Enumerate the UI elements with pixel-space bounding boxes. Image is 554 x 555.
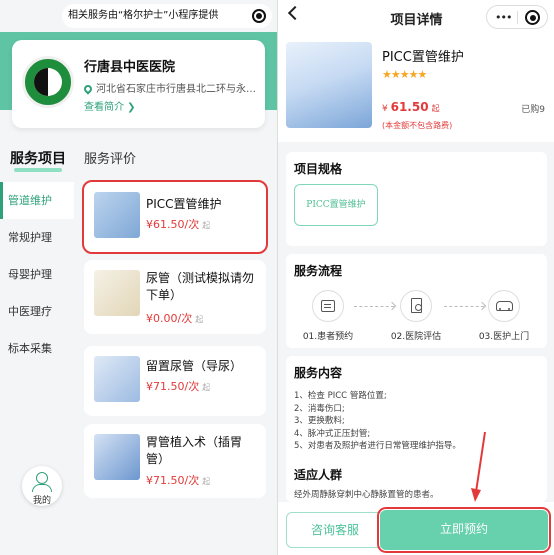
hospital-logo-icon (22, 56, 74, 108)
list-item: 2、消毒伤口; (294, 403, 345, 414)
person-icon (36, 472, 48, 484)
flow-step-assessment: 02.医院评估 (376, 290, 456, 342)
service-thumbnail (94, 192, 140, 238)
car-icon (496, 301, 513, 311)
service-card-gastric-tube[interactable]: 胃管植入术（插胃管） ¥71.50/次起 (84, 424, 266, 498)
record-icon[interactable] (252, 9, 266, 23)
product-price: ¥ 61.50 起 (382, 100, 440, 114)
service-thumbnail (94, 356, 140, 402)
sidebar-item-maternal-care[interactable]: 母婴护理 (0, 256, 74, 293)
right-screen: 项目详情 ••• PICC置管维护 ★★★★★ ¥ 61.50 起 已购9 (本金… (277, 0, 554, 555)
service-card-catheter-test[interactable]: 尿管（测试模拟请勿下单） ¥0.00/次起 (84, 260, 266, 334)
sidebar-item-tcm-therapy[interactable]: 中医理疗 (0, 293, 74, 330)
provider-notice[interactable]: 相关服务由“格尔护士”小程序提供 (62, 4, 272, 28)
hospital-name: 行唐县中医医院 (84, 60, 176, 75)
sidebar-item-specimen-collection[interactable]: 标本采集 (0, 330, 74, 367)
service-price: ¥0.00/次起 (146, 312, 204, 325)
my-profile-button[interactable]: 我的 (22, 466, 62, 506)
bottom-action-bar: 咨询客服 立即预约 (278, 502, 554, 555)
list-item: 4、脉冲式正压封管; (294, 428, 371, 439)
my-profile-label: 我的 (32, 496, 51, 506)
price-note: (本金额不包含路费) (382, 121, 453, 130)
flow-step-home-visit: 03.医护上门 (464, 290, 544, 342)
close-record-icon[interactable] (525, 10, 540, 25)
product-title: PICC置管维护 (382, 50, 464, 65)
category-sidebar: 管道维护 常规护理 母婴护理 中医理疗 标本采集 (0, 182, 74, 367)
flow-section: 服务流程 01.患者预约 02.医院评估 03.医护上门 (286, 254, 547, 348)
service-thumbnail (94, 434, 140, 480)
service-name: PICC置管维护 (146, 197, 222, 211)
rating-stars: ★★★★★ (382, 68, 427, 81)
service-price: ¥61.50/次起 (146, 218, 211, 231)
sold-count: 已购9 (521, 105, 545, 115)
list-item: 5、对患者及照护者进行日常管理维护指导。 (294, 441, 461, 451)
more-icon[interactable]: ••• (495, 11, 512, 24)
flow-title: 服务流程 (294, 264, 343, 279)
service-thumbnail (94, 270, 140, 316)
nav-bar: 项目详情 ••• (278, 0, 554, 34)
spec-option-picc[interactable]: PICC置管维护 (294, 184, 378, 226)
audience-title: 适应人群 (294, 468, 343, 483)
tab-service-items[interactable]: 服务项目 (10, 148, 66, 172)
spec-section: 项目规格 PICC置管维护 (286, 152, 547, 246)
content-title: 服务内容 (294, 366, 343, 381)
provider-notice-text: 相关服务由“格尔护士”小程序提供 (68, 10, 219, 21)
consult-service-button[interactable]: 咨询客服 (286, 512, 384, 548)
product-header: PICC置管维护 ★★★★★ ¥ 61.50 起 已购9 (本金额不包含路费) (278, 34, 554, 142)
service-name: 胃管植入术（插胃管） (146, 435, 243, 466)
document-search-icon (411, 298, 422, 313)
hospital-address: 河北省石家庄市行唐县北二环与永昌... (84, 80, 260, 95)
view-intro-link[interactable]: 查看简介 ❯ (84, 98, 136, 113)
content-list: 1、检查 PICC 管路位置; 2、消毒伤口; 3、更换敷料; 4、脉冲式正压封… (294, 390, 461, 453)
spec-title: 项目规格 (294, 162, 343, 177)
flow-step-appointment: 01.患者预约 (288, 290, 368, 342)
service-name: 尿管（测试模拟请勿下单） (146, 271, 255, 302)
id-card-icon (321, 300, 335, 312)
service-name: 留置尿管（导尿） (146, 359, 243, 373)
book-now-button[interactable]: 立即预约 (377, 507, 551, 553)
product-image (286, 42, 372, 128)
service-card-picc[interactable]: PICC置管维护 ¥61.50/次起 (82, 180, 268, 254)
content-section: 服务内容 1、检查 PICC 管路位置; 2、消毒伤口; 3、更换敷料; 4、脉… (286, 356, 547, 502)
location-pin-icon (84, 83, 94, 95)
list-item: 3、更换敷料; (294, 416, 345, 426)
service-price: ¥71.50/次起 (146, 474, 211, 487)
tab-service-reviews[interactable]: 服务评价 (84, 148, 136, 167)
sidebar-item-routine-care[interactable]: 常规护理 (0, 219, 74, 256)
list-item: 1、检查 PICC 管路位置; (294, 391, 387, 401)
left-screen: 相关服务由“格尔护士”小程序提供 行唐县中医医院 河北省石家庄市行唐县北二环与永… (0, 0, 277, 555)
service-card-indwelling-catheter[interactable]: 留置尿管（导尿） ¥71.50/次起 (84, 346, 266, 416)
miniapp-capsule: ••• (486, 5, 548, 29)
service-price: ¥71.50/次起 (146, 380, 211, 393)
audience-text: 经外周静脉穿刺中心静脉置管的患者。 (294, 490, 439, 500)
hospital-card[interactable]: 行唐县中医医院 河北省石家庄市行唐县北二环与永昌... 查看简介 ❯ (12, 40, 265, 128)
sidebar-item-pipe-maintenance[interactable]: 管道维护 (0, 182, 74, 219)
